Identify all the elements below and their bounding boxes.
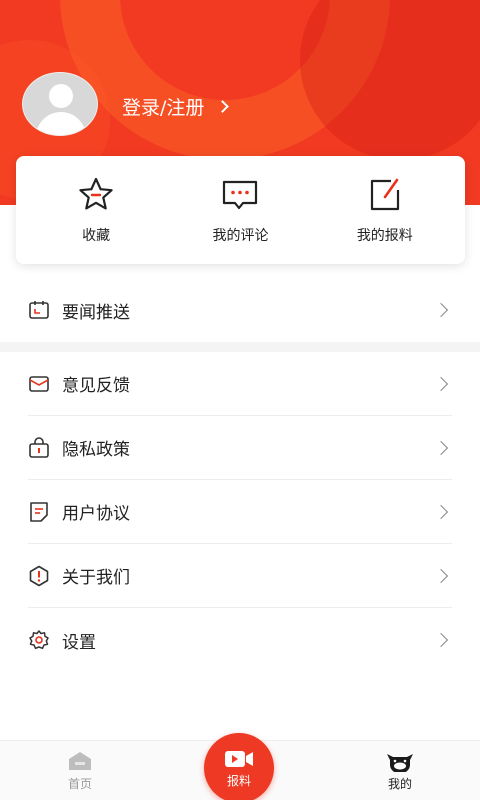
nav-report-label: 报料 xyxy=(226,773,251,788)
nav-mine-label: 我的 xyxy=(387,777,412,791)
star-icon xyxy=(79,177,113,210)
quick-actions-card: 收藏 我的评论 我的报料 xyxy=(16,156,465,264)
header-decoration xyxy=(300,0,480,160)
avatar[interactable] xyxy=(22,72,98,136)
menu-item-privacy-policy[interactable]: 隐私政策 xyxy=(28,416,452,480)
about-us-label: 关于我们 xyxy=(62,568,130,588)
settings-menu: 意见反馈 隐私政策 用户协议 关于我们 设置 xyxy=(0,352,480,672)
user-agreement-label: 用户协议 xyxy=(62,504,130,524)
edit-icon xyxy=(370,178,399,211)
nav-home-label: 首页 xyxy=(67,777,92,791)
news-push-section: 要闻推送 xyxy=(0,278,480,342)
avatar-head xyxy=(49,84,73,108)
news-push-label: 要闻推送 xyxy=(62,302,130,323)
gear-icon xyxy=(29,630,49,650)
chevron-right-icon xyxy=(433,440,449,455)
menu-item-news-push[interactable]: 要闻推送 xyxy=(28,278,452,342)
menu-item-user-agreement[interactable]: 用户协议 xyxy=(28,480,452,544)
nav-report-button[interactable]: 报料 xyxy=(204,733,274,800)
comment-icon xyxy=(223,180,258,210)
document-icon xyxy=(30,501,48,522)
chevron-right-icon xyxy=(433,568,449,583)
calendar-icon xyxy=(29,301,49,319)
chevron-right-icon xyxy=(216,99,230,113)
menu-item-about-us[interactable]: 关于我们 xyxy=(28,544,452,608)
lock-icon xyxy=(29,436,49,458)
login-register-label: 登录/注册 xyxy=(122,96,205,119)
privacy-policy-label: 隐私政策 xyxy=(62,440,130,460)
menu-item-feedback[interactable]: 意见反馈 xyxy=(28,352,452,416)
settings-label: 设置 xyxy=(62,632,96,653)
favorites-button[interactable]: 收藏 xyxy=(36,175,156,245)
login-register-link[interactable]: 登录/注册 xyxy=(122,93,230,119)
mail-icon xyxy=(29,375,49,392)
favorites-label: 收藏 xyxy=(82,228,111,244)
nav-mine[interactable]: 我的 xyxy=(355,741,445,800)
my-reports-button[interactable]: 我的报料 xyxy=(325,175,445,245)
avatar-body xyxy=(36,112,86,135)
nav-home[interactable]: 首页 xyxy=(35,741,125,800)
video-icon xyxy=(225,750,253,767)
my-reports-label: 我的报料 xyxy=(356,228,413,244)
menu-item-settings[interactable]: 设置 xyxy=(28,608,452,672)
chevron-right-icon xyxy=(433,302,449,318)
info-icon xyxy=(29,565,49,586)
chevron-right-icon xyxy=(433,376,449,391)
section-divider xyxy=(0,342,480,352)
my-comments-label: 我的评论 xyxy=(212,228,269,244)
feedback-label: 意见反馈 xyxy=(62,376,130,396)
cow-icon xyxy=(387,754,413,772)
my-comments-button[interactable]: 我的评论 xyxy=(180,175,300,245)
chevron-right-icon xyxy=(433,632,449,648)
home-icon xyxy=(69,752,91,770)
chevron-right-icon xyxy=(433,504,449,519)
